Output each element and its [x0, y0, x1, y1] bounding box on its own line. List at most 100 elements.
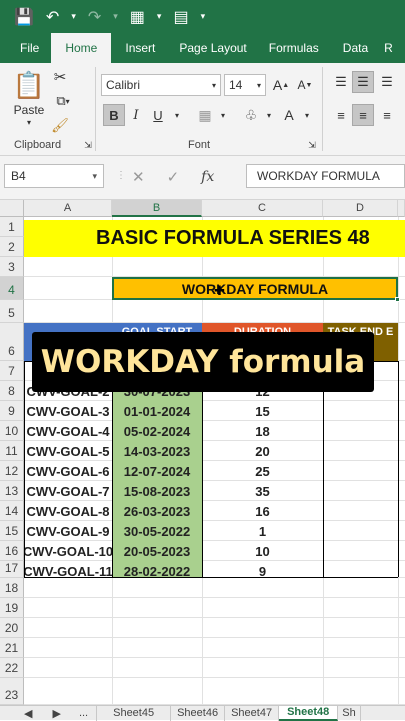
- row-header[interactable]: 10: [0, 421, 24, 441]
- color-palette-icon[interactable]: ▦: [130, 7, 145, 27]
- italic-button[interactable]: I: [125, 104, 147, 126]
- row-header[interactable]: 11: [0, 441, 24, 461]
- form-icon[interactable]: ▤: [173, 7, 188, 27]
- underline-dropdown-icon[interactable]: ▾: [166, 104, 188, 126]
- goal-start-cell[interactable]: 14-03-2023: [112, 441, 202, 461]
- row-header[interactable]: 9: [0, 401, 24, 421]
- palette-dropdown-icon[interactable]: ▾: [157, 11, 162, 22]
- tab-review[interactable]: R: [380, 33, 397, 63]
- row-header[interactable]: 13: [0, 481, 24, 501]
- goal-start-cell[interactable]: 01-01-2024: [112, 401, 202, 421]
- save-icon[interactable]: 💾: [14, 7, 34, 27]
- goal-start-cell[interactable]: 05-02-2024: [112, 421, 202, 441]
- borders-dropdown-icon[interactable]: ▾: [212, 104, 234, 126]
- worksheet-grid[interactable]: A B C D 1 2 3 4 5 6 7 8 9 10 11 12 13 14 15 16 17 18 19 20 2…: [0, 200, 405, 705]
- goal-start-cell[interactable]: 28-02-2022: [112, 561, 202, 581]
- sheet-tab-49[interactable]: Sh: [338, 705, 361, 721]
- font-size-box[interactable]: 14 ▾: [224, 74, 266, 96]
- row-header[interactable]: 12: [0, 461, 24, 481]
- duration-cell[interactable]: 35: [202, 481, 323, 501]
- name-box-dropdown-icon[interactable]: ▾: [92, 171, 97, 182]
- fill-color-dropdown-icon[interactable]: ▾: [258, 104, 280, 126]
- align-bottom-icon[interactable]: ☰: [376, 71, 398, 93]
- redo-dropdown-icon[interactable]: ▾: [113, 11, 118, 22]
- goal-cell[interactable]: CWV-GOAL-10: [24, 541, 112, 561]
- goal-cell[interactable]: CWV-GOAL-6: [24, 461, 112, 481]
- goal-cell[interactable]: CWV-GOAL-8: [24, 501, 112, 521]
- tab-page-layout[interactable]: Page Layout: [169, 33, 256, 63]
- column-header-a[interactable]: A: [24, 200, 112, 217]
- paste-button-label[interactable]: Paste: [12, 103, 46, 117]
- shrink-font-icon[interactable]: A ▼: [294, 74, 316, 96]
- redo-icon[interactable]: ↷: [88, 7, 101, 27]
- tab-file[interactable]: File: [0, 33, 51, 63]
- fill-handle[interactable]: [395, 297, 400, 302]
- select-all-corner[interactable]: [0, 200, 24, 217]
- sheet-tab-46[interactable]: Sheet46: [171, 705, 226, 721]
- row-header[interactable]: 18: [0, 578, 24, 598]
- goal-cell[interactable]: CWV-GOAL-11: [24, 561, 112, 581]
- row-header[interactable]: 3: [0, 257, 24, 277]
- goal-start-cell[interactable]: 12-07-2024: [112, 461, 202, 481]
- column-header-d[interactable]: D: [323, 200, 398, 217]
- more-sheets-button[interactable]: ...: [71, 705, 98, 721]
- row-header[interactable]: 21: [0, 638, 24, 658]
- align-center-icon[interactable]: ≡: [352, 104, 374, 126]
- formula-input[interactable]: WORKDAY FORMULA: [246, 164, 405, 188]
- font-size-dropdown-icon[interactable]: ▾: [257, 81, 261, 90]
- insert-function-icon[interactable]: fx: [201, 169, 214, 185]
- align-middle-icon[interactable]: ☰: [352, 71, 374, 93]
- row-header[interactable]: 15: [0, 521, 24, 541]
- grow-font-icon[interactable]: A ▲: [270, 74, 292, 96]
- goal-cell[interactable]: CWV-GOAL-9: [24, 521, 112, 541]
- goal-start-cell[interactable]: 26-03-2023: [112, 501, 202, 521]
- font-launcher-icon[interactable]: ⇲: [306, 139, 318, 151]
- paste-icon[interactable]: 📋: [13, 69, 45, 101]
- goal-start-cell[interactable]: 20-05-2023: [112, 541, 202, 561]
- enter-icon[interactable]: ✓: [167, 168, 180, 186]
- row-header[interactable]: 5: [0, 300, 24, 323]
- duration-cell[interactable]: 9: [202, 561, 323, 581]
- row-header[interactable]: 20: [0, 618, 24, 638]
- duration-cell[interactable]: 15: [202, 401, 323, 421]
- align-top-icon[interactable]: ☰: [330, 71, 352, 93]
- row-header[interactable]: 19: [0, 598, 24, 618]
- duration-cell[interactable]: 16: [202, 501, 323, 521]
- sheet-tab-47[interactable]: Sheet47: [225, 705, 280, 721]
- row-header[interactable]: 1: [0, 217, 24, 237]
- row-header[interactable]: 16: [0, 541, 24, 561]
- tab-formulas[interactable]: Formulas: [257, 33, 331, 63]
- duration-cell[interactable]: 20: [202, 441, 323, 461]
- goal-cell[interactable]: CWV-GOAL-3: [24, 401, 112, 421]
- tab-insert[interactable]: Insert: [111, 33, 169, 63]
- row-header[interactable]: 4: [0, 277, 24, 300]
- clipboard-launcher-icon[interactable]: ⇲: [82, 139, 94, 151]
- column-header-b[interactable]: B: [112, 200, 202, 217]
- row-header[interactable]: 22: [0, 658, 24, 678]
- duration-cell[interactable]: 1: [202, 521, 323, 541]
- goal-cell[interactable]: CWV-GOAL-5: [24, 441, 112, 461]
- column-header-e[interactable]: [398, 200, 405, 217]
- column-header-c[interactable]: C: [202, 200, 323, 217]
- goal-cell[interactable]: CWV-GOAL-4: [24, 421, 112, 441]
- row-header[interactable]: 14: [0, 501, 24, 521]
- duration-cell[interactable]: 18: [202, 421, 323, 441]
- name-box[interactable]: B4 ▾: [4, 164, 104, 188]
- row-header[interactable]: 7: [0, 361, 24, 381]
- cancel-icon[interactable]: ✕: [132, 168, 145, 186]
- duration-cell[interactable]: 25: [202, 461, 323, 481]
- goal-cell[interactable]: CWV-GOAL-7: [24, 481, 112, 501]
- paste-dropdown-icon[interactable]: ▾: [24, 117, 34, 127]
- tab-data[interactable]: Data: [331, 33, 380, 63]
- duration-cell[interactable]: 10: [202, 541, 323, 561]
- sheet-tab-45[interactable]: Sheet45: [97, 705, 172, 721]
- font-name-box[interactable]: Calibri ▾: [101, 74, 221, 96]
- goal-start-cell[interactable]: 30-05-2022: [112, 521, 202, 541]
- row-header[interactable]: 8: [0, 381, 24, 401]
- customize-qat-icon[interactable]: ▾: [201, 11, 206, 22]
- align-right-icon[interactable]: ≡: [376, 104, 398, 126]
- undo-icon[interactable]: ↶: [46, 7, 59, 27]
- row-header[interactable]: 17: [0, 561, 24, 578]
- font-color-dropdown-icon[interactable]: ▾: [296, 104, 318, 126]
- prev-sheet-icon[interactable]: ◀: [0, 706, 42, 721]
